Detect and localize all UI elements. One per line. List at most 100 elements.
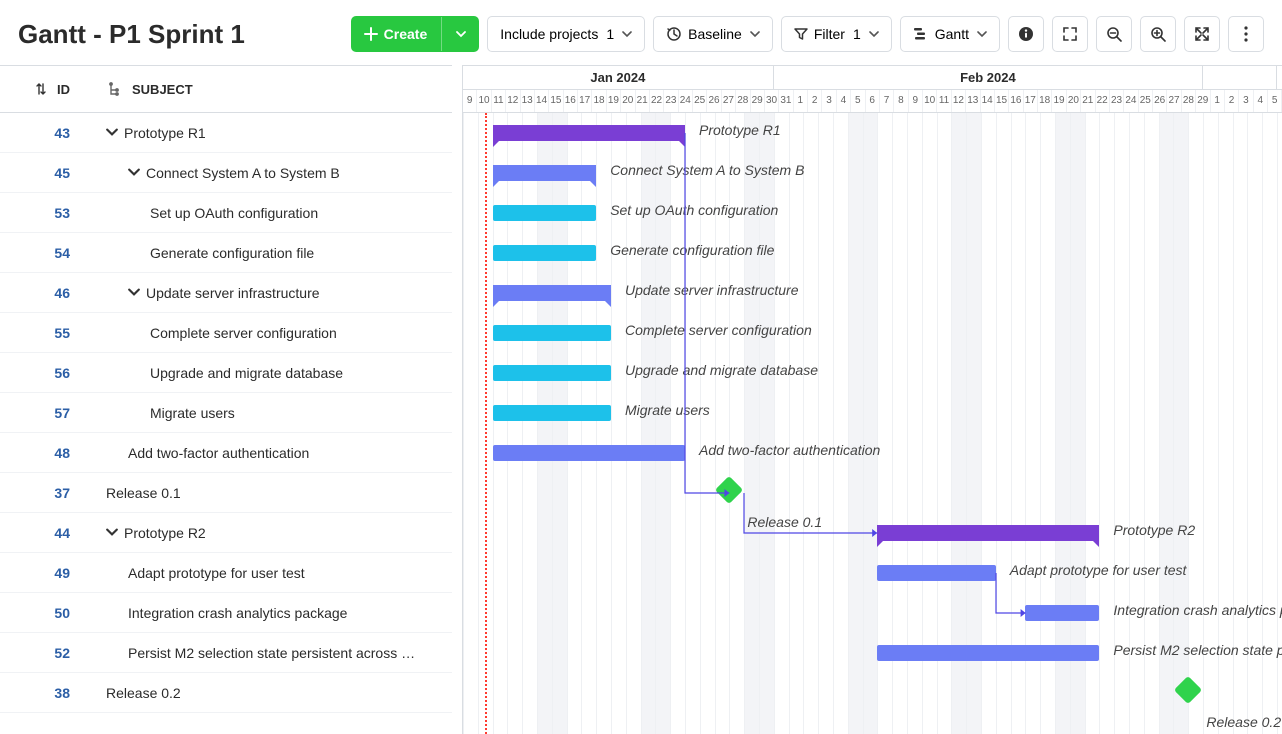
gantt-row[interactable]: Upgrade and migrate database <box>463 353 1282 393</box>
zen-mode-button[interactable] <box>1052 16 1088 52</box>
task-subject[interactable]: Prototype R1 <box>86 125 452 141</box>
task-bar[interactable]: Persist M2 selection state persistent ac… <box>877 645 1099 661</box>
collapse-icon[interactable] <box>128 285 140 301</box>
gantt-row[interactable]: Release 0.2 <box>463 673 1282 713</box>
gantt-row[interactable]: Migrate users <box>463 393 1282 433</box>
task-subject[interactable]: Add two-factor authentication <box>86 445 452 461</box>
task-id[interactable]: 52 <box>0 645 86 661</box>
gantt-row[interactable]: Set up OAuth configuration <box>463 193 1282 233</box>
zen-mode-icon <box>1062 26 1078 42</box>
task-id[interactable]: 44 <box>0 525 86 541</box>
view-switcher-button[interactable]: Gantt <box>900 16 1000 52</box>
task-id[interactable]: 54 <box>0 245 86 261</box>
task-bar[interactable]: Add two-factor authentication <box>493 445 685 461</box>
task-subject[interactable]: Upgrade and migrate database <box>86 365 452 381</box>
bar-label: Connect System A to System B <box>610 162 804 178</box>
table-row[interactable]: 44Prototype R2 <box>0 513 452 553</box>
gantt-row[interactable]: Adapt prototype for user test <box>463 553 1282 593</box>
task-id[interactable]: 56 <box>0 365 86 381</box>
gantt-row[interactable]: Add two-factor authentication <box>463 433 1282 473</box>
zoom-in-button[interactable] <box>1140 16 1176 52</box>
task-id[interactable]: 50 <box>0 605 86 621</box>
task-bar[interactable]: Adapt prototype for user test <box>877 565 995 581</box>
fullscreen-button[interactable] <box>1184 16 1220 52</box>
table-row[interactable]: 43Prototype R1 <box>0 113 452 153</box>
baseline-button[interactable]: Baseline <box>653 16 773 52</box>
task-subject[interactable]: Release 0.2 <box>86 685 452 701</box>
task-id[interactable]: 57 <box>0 405 86 421</box>
gantt-row[interactable]: Connect System A to System B <box>463 153 1282 193</box>
filter-button[interactable]: Filter 1 <box>781 16 892 52</box>
task-subject[interactable]: Persist M2 selection state persistent ac… <box>86 645 452 661</box>
task-bar[interactable]: Migrate users <box>493 405 611 421</box>
summary-bar[interactable]: Prototype R1 <box>493 125 685 141</box>
task-subject[interactable]: Integration crash analytics package <box>86 605 452 621</box>
task-bar[interactable]: Set up OAuth configuration <box>493 205 597 221</box>
table-row[interactable]: 48Add two-factor authentication <box>0 433 452 473</box>
gantt-row[interactable]: Generate configuration file <box>463 233 1282 273</box>
task-subject[interactable]: Adapt prototype for user test <box>86 565 452 581</box>
task-subject[interactable]: Connect System A to System B <box>86 165 452 181</box>
gantt-row[interactable]: Prototype R2 <box>463 513 1282 553</box>
gantt-row[interactable]: Integration crash analytics package <box>463 593 1282 633</box>
more-menu-button[interactable] <box>1228 16 1264 52</box>
column-header-id[interactable]: ID <box>0 82 86 97</box>
table-row[interactable]: 54Generate configuration file <box>0 233 452 273</box>
bar-label: Complete server configuration <box>625 322 812 338</box>
summary-bar[interactable]: Update server infrastructure <box>493 285 611 301</box>
summary-bar[interactable]: Prototype R2 <box>877 525 1099 541</box>
zoom-out-button[interactable] <box>1096 16 1132 52</box>
table-row[interactable]: 38Release 0.2 <box>0 673 452 713</box>
table-row[interactable]: 56Upgrade and migrate database <box>0 353 452 393</box>
table-row[interactable]: 50Integration crash analytics package <box>0 593 452 633</box>
task-subject[interactable]: Migrate users <box>86 405 452 421</box>
column-header-subject[interactable]: SUBJECT <box>86 82 452 97</box>
column-splitter[interactable] <box>452 65 462 734</box>
create-button[interactable]: Create <box>351 16 480 52</box>
task-subject[interactable]: Release 0.1 <box>86 485 452 501</box>
milestone-diamond[interactable]: Release 0.2 <box>1174 676 1202 704</box>
gantt-row[interactable]: Release 0.1 <box>463 473 1282 513</box>
task-bar[interactable]: Complete server configuration <box>493 325 611 341</box>
table-row[interactable]: 37Release 0.1 <box>0 473 452 513</box>
task-id[interactable]: 38 <box>0 685 86 701</box>
task-id[interactable]: 55 <box>0 325 86 341</box>
task-id[interactable]: 37 <box>0 485 86 501</box>
task-subject[interactable]: Update server infrastructure <box>86 285 452 301</box>
task-subject[interactable]: Complete server configuration <box>86 325 452 341</box>
task-id[interactable]: 46 <box>0 285 86 301</box>
day-header: 19 <box>1052 90 1066 113</box>
task-id[interactable]: 43 <box>0 125 86 141</box>
info-button[interactable] <box>1008 16 1044 52</box>
collapse-icon[interactable] <box>128 165 140 181</box>
table-row[interactable]: 57Migrate users <box>0 393 452 433</box>
gantt-row[interactable]: Prototype R1 <box>463 113 1282 153</box>
table-row[interactable]: 49Adapt prototype for user test <box>0 553 452 593</box>
task-id[interactable]: 49 <box>0 565 86 581</box>
task-bar[interactable]: Generate configuration file <box>493 245 597 261</box>
task-id[interactable]: 53 <box>0 205 86 221</box>
gantt-chart[interactable]: Jan 2024Feb 2024 91011121314151617181920… <box>462 65 1282 734</box>
table-row[interactable]: 46Update server infrastructure <box>0 273 452 313</box>
task-subject[interactable]: Prototype R2 <box>86 525 452 541</box>
gantt-row[interactable]: Complete server configuration <box>463 313 1282 353</box>
create-dropdown-icon[interactable] <box>446 29 466 39</box>
table-row[interactable]: 52Persist M2 selection state persistent … <box>0 633 452 673</box>
milestone-diamond[interactable]: Release 0.1 <box>715 476 743 504</box>
collapse-icon[interactable] <box>106 125 118 141</box>
task-id[interactable]: 48 <box>0 445 86 461</box>
gantt-row[interactable]: Update server infrastructure <box>463 273 1282 313</box>
table-row[interactable]: 55Complete server configuration <box>0 313 452 353</box>
gantt-body[interactable]: Prototype R1 Connect System A to System B… <box>463 113 1282 734</box>
summary-bar[interactable]: Connect System A to System B <box>493 165 597 181</box>
gantt-row[interactable]: Persist M2 selection state persistent ac… <box>463 633 1282 673</box>
collapse-icon[interactable] <box>106 525 118 541</box>
task-subject[interactable]: Set up OAuth configuration <box>86 205 452 221</box>
table-row[interactable]: 53Set up OAuth configuration <box>0 193 452 233</box>
task-bar[interactable]: Upgrade and migrate database <box>493 365 611 381</box>
include-projects-button[interactable]: Include projects 1 <box>487 16 645 52</box>
task-subject[interactable]: Generate configuration file <box>86 245 452 261</box>
table-row[interactable]: 45Connect System A to System B <box>0 153 452 193</box>
task-bar[interactable]: Integration crash analytics package <box>1025 605 1099 621</box>
task-id[interactable]: 45 <box>0 165 86 181</box>
